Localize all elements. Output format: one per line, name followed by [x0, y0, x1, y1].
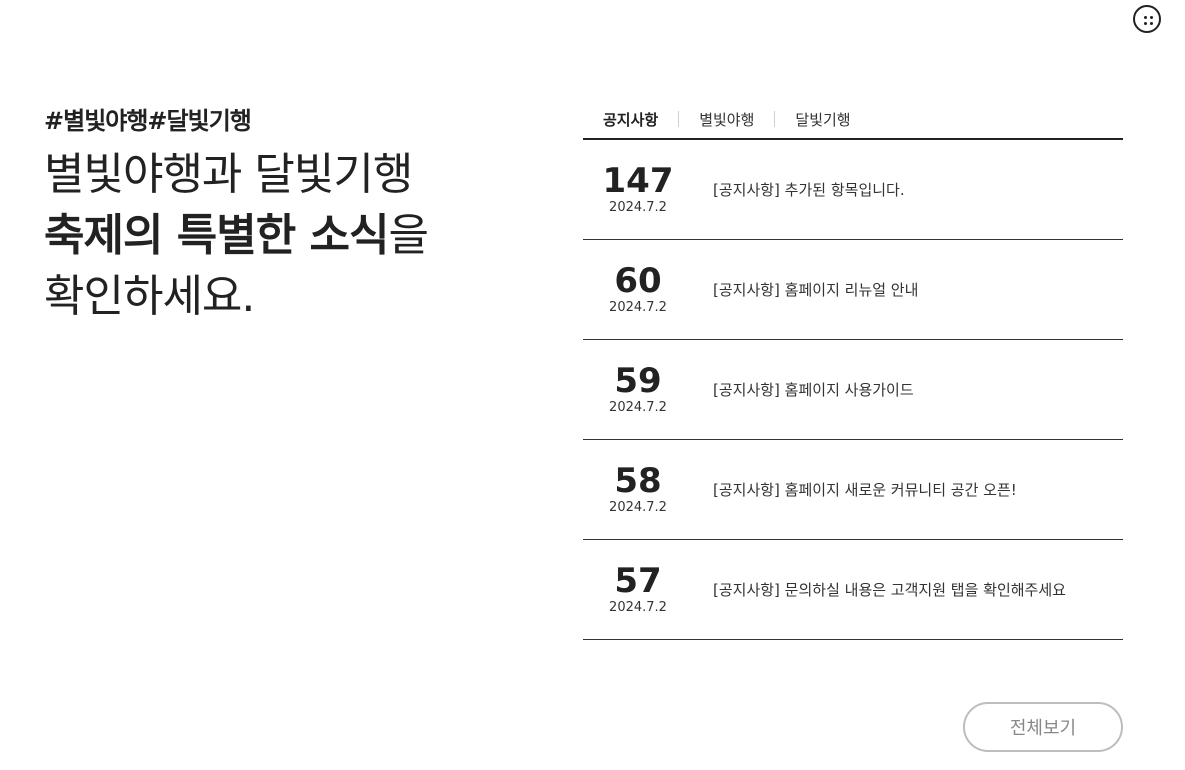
notice-date: 2024.7.2	[609, 599, 667, 615]
notice-meta: 58 2024.7.2	[583, 463, 693, 517]
headline-line-2: 축제의 특별한 소식을	[44, 205, 544, 266]
hashtag: #별빛야행#달빛기행	[44, 107, 252, 135]
dot	[1144, 16, 1147, 19]
notice-meta: 57 2024.7.2	[583, 563, 693, 617]
tab-divider	[678, 111, 680, 127]
notice-date: 2024.7.2	[609, 499, 667, 515]
tab-divider	[774, 111, 776, 127]
dot	[1144, 22, 1147, 25]
notice-row[interactable]: 60 2024.7.2 [공지사항] 홈페이지 리뉴얼 안내	[583, 240, 1123, 340]
notice-number: 58	[614, 460, 662, 501]
notice-number: 147	[602, 160, 674, 201]
tab-bar: 공지사항 별빛야행 달빛기행	[583, 100, 1123, 140]
notice-title[interactable]: [공지사항] 홈페이지 리뉴얼 안내	[713, 279, 918, 300]
notice-board: 공지사항 별빛야행 달빛기행 147 2024.7.2 [공지사항] 추가된 항…	[583, 100, 1123, 640]
tab-starlight[interactable]: 별빛야행	[699, 109, 754, 130]
headline-line-1: 별빛야행과 달빛기행	[44, 149, 413, 200]
headline-emphasis: 축제의 특별한 소식	[44, 210, 389, 261]
tab-notice[interactable]: 공지사항	[603, 109, 658, 130]
dot	[1150, 16, 1153, 19]
notice-row[interactable]: 59 2024.7.2 [공지사항] 홈페이지 사용가이드	[583, 340, 1123, 440]
notice-row[interactable]: 147 2024.7.2 [공지사항] 추가된 항목입니다.	[583, 140, 1123, 240]
notice-title[interactable]: [공지사항] 홈페이지 사용가이드	[713, 379, 914, 400]
view-all-button[interactable]: 전체보기	[963, 702, 1123, 752]
notice-title[interactable]: [공지사항] 추가된 항목입니다.	[713, 179, 905, 200]
headline-particle: 을	[388, 210, 428, 261]
notice-date: 2024.7.2	[609, 399, 667, 415]
headline-line-3: 확인하세요.	[44, 271, 255, 322]
notice-meta: 60 2024.7.2	[583, 263, 693, 317]
headline: 별빛야행과 달빛기행 축제의 특별한 소식을 확인하세요.	[44, 144, 544, 327]
notice-meta: 59 2024.7.2	[583, 363, 693, 417]
notice-number: 60	[614, 260, 662, 301]
notice-date: 2024.7.2	[609, 299, 667, 315]
notice-title[interactable]: [공지사항] 홈페이지 새로운 커뮤니티 공간 오픈!	[713, 479, 1017, 500]
notice-number: 57	[614, 560, 662, 601]
notice-meta: 147 2024.7.2	[583, 163, 693, 217]
notice-number: 59	[614, 360, 662, 401]
notice-date: 2024.7.2	[609, 199, 667, 215]
dot	[1150, 22, 1153, 25]
notice-title[interactable]: [공지사항] 문의하실 내용은 고객지원 탭을 확인해주세요	[713, 579, 1066, 600]
grid-dots-icon[interactable]	[1133, 5, 1161, 33]
tab-moonlight[interactable]: 달빛기행	[795, 109, 850, 130]
hero-section: #별빛야행#달빛기행 별빛야행과 달빛기행 축제의 특별한 소식을 확인하세요.	[44, 104, 544, 327]
notice-row[interactable]: 57 2024.7.2 [공지사항] 문의하실 내용은 고객지원 탭을 확인해주…	[583, 540, 1123, 640]
notice-row[interactable]: 58 2024.7.2 [공지사항] 홈페이지 새로운 커뮤니티 공간 오픈!	[583, 440, 1123, 540]
